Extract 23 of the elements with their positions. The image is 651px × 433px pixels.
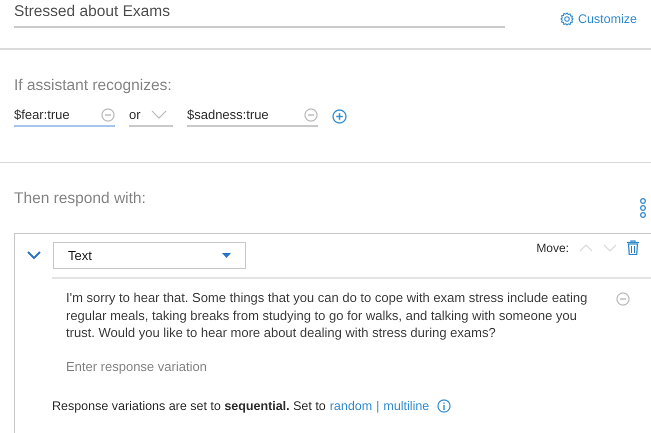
remove-icon[interactable]: [304, 108, 318, 122]
trash-icon[interactable]: [627, 240, 639, 255]
section-label: If assistant recognizes:: [14, 77, 173, 95]
chevron-icon[interactable]: [27, 251, 41, 260]
type-dropdown[interactable]: Text: [53, 242, 246, 269]
move-label: Move:: [536, 240, 569, 254]
condition-field[interactable]: $fear:true: [14, 105, 115, 127]
connector-dropdown[interactable]: or: [129, 105, 173, 127]
add-icon[interactable]: [332, 108, 347, 124]
response-input[interactable]: Enter response variation: [66, 358, 366, 374]
response-text[interactable]: I'm sorry to hear that. Some things that you can do to cope with exam stress include eating regular meals, taking breaks from studying to go for walks, and talking with someone you trust. Would you like to hear more about dealing with stress during exams?: [66, 289, 596, 342]
chevron-down-icon: [150, 110, 167, 119]
condition-field[interactable]: $sadness:true: [187, 105, 318, 127]
remove-icon[interactable]: [616, 292, 630, 306]
overflow-menu-icon[interactable]: [639, 197, 647, 219]
title-field[interactable]: Stressed about Exams: [14, 3, 505, 28]
settings-icon: [560, 12, 574, 26]
remove-icon[interactable]: [101, 108, 115, 122]
section-label: Then respond with:: [14, 190, 146, 208]
caret-icon: [222, 253, 231, 258]
info-icon[interactable]: [437, 398, 452, 412]
variation-setting-text: Response variations are set to sequential. Set to: [52, 398, 326, 412]
separator: |: [376, 398, 380, 412]
